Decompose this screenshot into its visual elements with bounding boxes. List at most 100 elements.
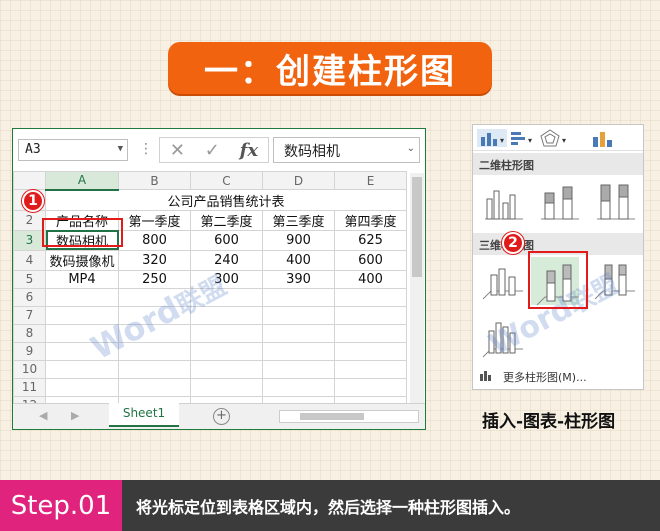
cell[interactable] — [118, 359, 191, 379]
pivot-chart-icon[interactable] — [591, 129, 617, 147]
row-header[interactable]: 9 — [13, 341, 46, 361]
column-header-e[interactable]: E — [334, 171, 407, 190]
column-header-b[interactable]: B — [118, 171, 191, 190]
scrollbar-thumb[interactable] — [412, 177, 422, 277]
radar-chart-icon[interactable]: ▾ — [539, 129, 569, 147]
cell[interactable] — [262, 305, 335, 325]
cell[interactable]: 900 — [262, 229, 335, 251]
cell[interactable]: 400 — [334, 269, 407, 289]
horizontal-scrollbar[interactable] — [279, 410, 419, 423]
excel-window: A3 ▼ ⋮ ✕ ✓ fx 数码相机 ⌄ A B C D E 1 公司产品销售统… — [12, 128, 426, 430]
formula-value: 数码相机 — [284, 144, 340, 160]
cell[interactable]: 第一季度 — [118, 209, 191, 231]
row-header[interactable]: 11 — [13, 377, 46, 397]
cell[interactable] — [190, 323, 263, 343]
table-row: 9 — [13, 341, 407, 361]
column-header-c[interactable]: C — [190, 171, 263, 190]
table-row: 6 — [13, 287, 407, 307]
select-all-corner[interactable] — [13, 171, 46, 190]
formula-input[interactable]: 数码相机 ⌄ — [273, 137, 420, 163]
cell[interactable] — [262, 323, 335, 343]
cell[interactable] — [45, 287, 119, 307]
cell[interactable] — [334, 341, 407, 361]
cell[interactable]: 320 — [118, 249, 191, 271]
name-box[interactable]: A3 ▼ — [18, 139, 128, 161]
cell[interactable] — [45, 377, 119, 397]
row-header[interactable]: 10 — [13, 359, 46, 379]
3d-clustered-column-icon[interactable] — [479, 257, 527, 305]
percent-stacked-column-icon[interactable] — [591, 177, 639, 225]
cell[interactable] — [118, 287, 191, 307]
cell[interactable] — [262, 287, 335, 307]
add-sheet-icon[interactable]: + — [213, 408, 230, 425]
highlight-box — [42, 218, 123, 247]
bar-chart-icon[interactable]: ▾ — [509, 129, 535, 147]
cell[interactable] — [334, 287, 407, 307]
cell[interactable] — [190, 341, 263, 361]
cell[interactable]: 第四季度 — [334, 209, 407, 231]
scroll-left-icon[interactable]: ◀ — [39, 409, 47, 422]
cell[interactable]: 300 — [190, 269, 263, 289]
cell[interactable] — [334, 359, 407, 379]
chevron-down-icon[interactable]: ⌄ — [407, 143, 415, 154]
cell[interactable] — [45, 359, 119, 379]
cell[interactable]: 600 — [334, 249, 407, 271]
vertical-scrollbar[interactable] — [410, 173, 424, 419]
cell[interactable] — [262, 359, 335, 379]
cell[interactable]: 第二季度 — [190, 209, 263, 231]
cell[interactable] — [334, 323, 407, 343]
column-chart-icon[interactable]: ▾ — [477, 129, 507, 147]
cell[interactable]: 390 — [262, 269, 335, 289]
scrollbar-thumb[interactable] — [300, 413, 364, 420]
row-header[interactable]: 4 — [13, 249, 46, 271]
name-box-value: A3 — [25, 142, 41, 157]
table-row: 4 数码摄像机 320 240 400 600 — [13, 249, 407, 271]
scroll-right-icon[interactable]: ▶ — [71, 409, 79, 422]
cell[interactable]: 800 — [118, 229, 191, 251]
column-header-d[interactable]: D — [262, 171, 335, 190]
cell[interactable] — [118, 341, 191, 361]
cell[interactable]: MP4 — [45, 269, 119, 289]
column-header-a[interactable]: A — [45, 171, 119, 191]
more-column-charts-link[interactable]: 更多柱形图(M)... — [503, 369, 587, 385]
table-title-cell[interactable]: 公司产品销售统计表 — [45, 189, 407, 211]
row-header[interactable]: 3 — [13, 229, 46, 251]
sheet-tab[interactable]: Sheet1 — [109, 403, 179, 427]
cell[interactable] — [190, 359, 263, 379]
cell[interactable] — [334, 305, 407, 325]
row-header[interactable]: 8 — [13, 323, 46, 343]
cell[interactable] — [190, 377, 263, 397]
3d-column-icon[interactable] — [479, 313, 527, 361]
cell[interactable]: 400 — [262, 249, 335, 271]
row-header[interactable]: 6 — [13, 287, 46, 307]
table-row: 1 公司产品销售统计表 — [13, 189, 407, 211]
row-header[interactable]: 5 — [13, 269, 46, 289]
cell[interactable] — [190, 287, 263, 307]
3d-percent-stacked-column-icon[interactable] — [591, 257, 639, 305]
cell[interactable] — [262, 377, 335, 397]
cell[interactable]: 600 — [190, 229, 263, 251]
cell[interactable] — [45, 305, 119, 325]
cell[interactable] — [190, 305, 263, 325]
cell[interactable]: 250 — [118, 269, 191, 289]
check-icon[interactable]: ✓ — [205, 140, 220, 161]
menu-path-caption: 插入-图表-柱形图 — [482, 412, 616, 432]
clustered-column-icon[interactable] — [479, 177, 527, 225]
chevron-down-icon[interactable]: ▼ — [118, 144, 123, 154]
cell[interactable] — [262, 341, 335, 361]
cell[interactable]: 第三季度 — [262, 209, 335, 231]
cancel-icon[interactable]: ✕ — [170, 140, 185, 161]
cell[interactable]: 625 — [334, 229, 407, 251]
cell[interactable] — [45, 323, 119, 343]
cell[interactable] — [45, 341, 119, 361]
cell[interactable] — [118, 323, 191, 343]
cell[interactable]: 240 — [190, 249, 263, 271]
cell[interactable]: 数码摄像机 — [45, 249, 119, 271]
row-header[interactable]: 2 — [13, 209, 46, 231]
cell[interactable] — [334, 377, 407, 397]
insert-function-icon[interactable]: fx — [240, 140, 258, 161]
cell[interactable] — [118, 377, 191, 397]
cell[interactable] — [118, 305, 191, 325]
row-header[interactable]: 7 — [13, 305, 46, 325]
stacked-column-icon[interactable] — [535, 177, 583, 225]
